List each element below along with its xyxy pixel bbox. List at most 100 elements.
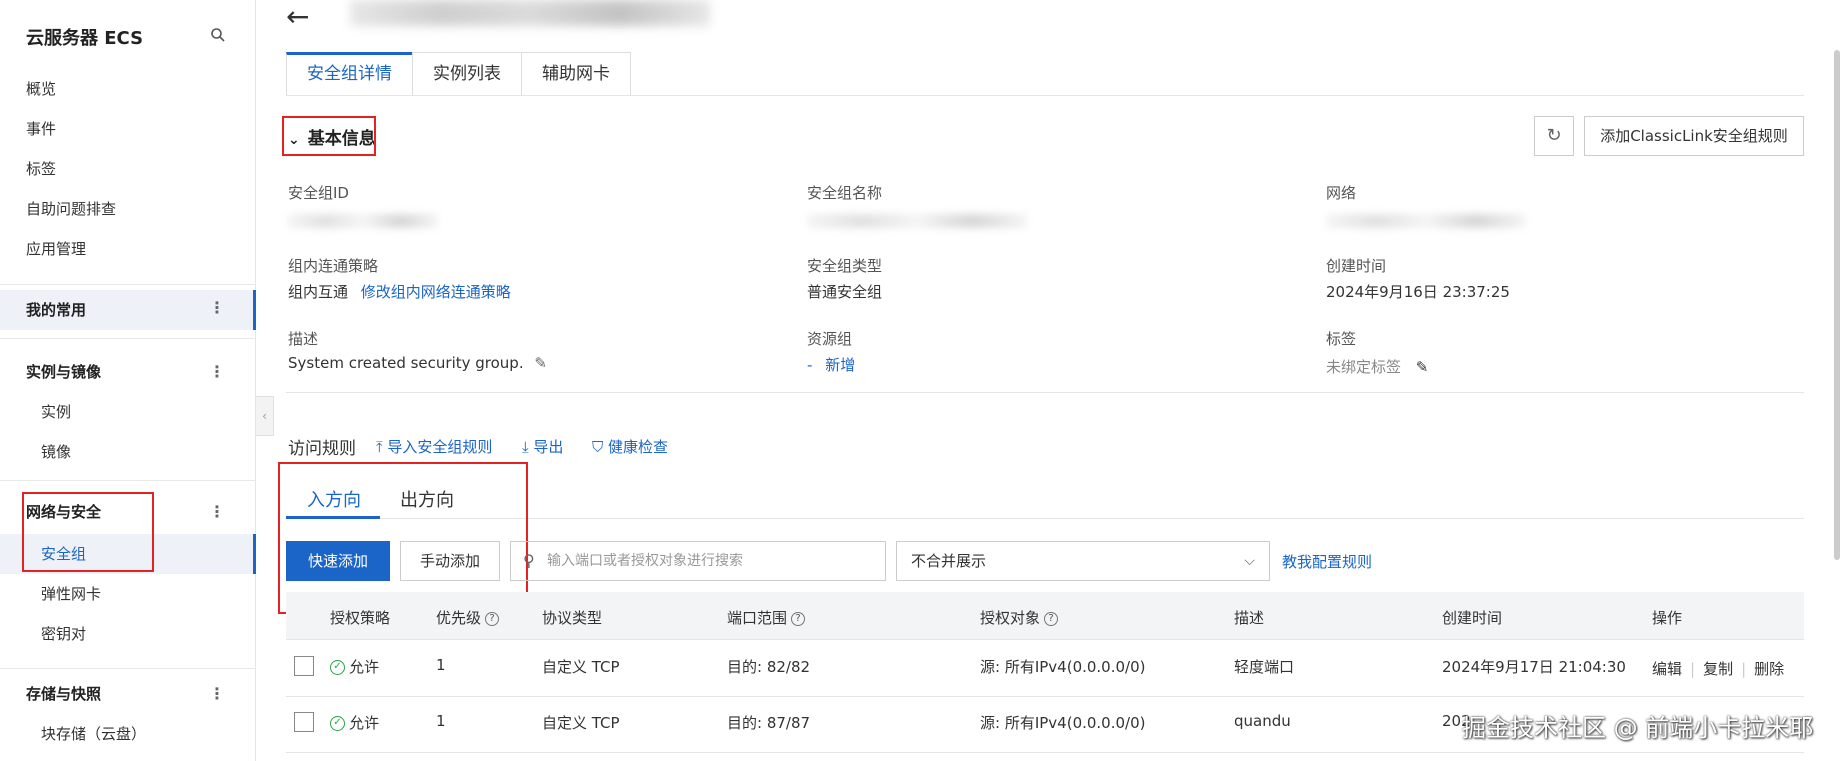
- edit-icon[interactable]: ✎: [1416, 358, 1429, 376]
- select-value: 不合并展示: [911, 552, 987, 570]
- sidebar-group-label: 存储与快照: [26, 685, 102, 703]
- row-created: 2024年9月17日 21:04:30: [1442, 658, 1626, 676]
- divider: [286, 752, 1804, 753]
- more-icon[interactable]: ⋮: [209, 298, 225, 317]
- rule-search-input[interactable]: ⚲ 输入端口或者授权对象进行搜索: [510, 541, 886, 581]
- sidebar-item-troubleshoot[interactable]: 自助问题排查: [26, 197, 116, 221]
- desc-text: System created security group.: [288, 354, 524, 372]
- rg-add-link[interactable]: 新增: [825, 356, 855, 374]
- refresh-button[interactable]: ↻: [1534, 116, 1574, 156]
- col-policy: 授权策略: [330, 609, 391, 627]
- sidebar-item-events[interactable]: 事件: [26, 117, 56, 141]
- search-icon[interactable]: [210, 27, 226, 43]
- col-actions: 操作: [1652, 609, 1683, 627]
- sidebar-item-tags[interactable]: 标签: [26, 157, 56, 181]
- tag-label: 标签: [1326, 330, 1357, 348]
- detail-tabs: 安全组详情 实例列表 辅助网卡: [286, 52, 631, 96]
- chevron-down-icon: ⌵: [1244, 553, 1255, 569]
- modify-policy-link[interactable]: 修改组内网络连通策略: [361, 283, 511, 301]
- sidebar-item-block-storage[interactable]: 块存储（云盘）: [41, 722, 146, 746]
- row-policy-text: 允许: [349, 658, 380, 676]
- row-checkbox[interactable]: [294, 712, 314, 732]
- delete-link[interactable]: 删除: [1754, 660, 1784, 678]
- sidebar-item-keypair[interactable]: 密钥对: [41, 622, 86, 646]
- col-protocol: 协议类型: [542, 609, 603, 627]
- sidebar-item-instances[interactable]: 实例: [41, 400, 71, 424]
- row-desc: 轻度端口: [1234, 658, 1295, 676]
- health-check-label: 健康检查: [608, 438, 669, 456]
- col-desc: 描述: [1234, 609, 1265, 627]
- upload-icon: ⤒: [376, 438, 388, 456]
- sidebar: 云服务器 ECS 概览 事件 标签 自助问题排查 应用管理 我的常用 ⋮ 实例与…: [0, 0, 256, 761]
- import-rules-label: 导入安全组规则: [387, 438, 493, 456]
- add-classiclink-button[interactable]: 添加ClassicLink安全组规则: [1584, 116, 1804, 156]
- sg-id-value-redacted: [288, 214, 438, 228]
- more-icon[interactable]: ⋮: [209, 684, 225, 703]
- watermark: 掘金技术社区 @ 前端小卡拉米耶: [1462, 714, 1814, 742]
- help-icon[interactable]: ?: [485, 611, 500, 626]
- copy-link[interactable]: 复制: [1703, 660, 1733, 678]
- sidebar-item-eni[interactable]: 弹性网卡: [41, 582, 101, 606]
- quick-add-button[interactable]: 快速添加: [286, 541, 390, 581]
- divider: [0, 480, 256, 481]
- more-icon[interactable]: ⋮: [209, 502, 225, 521]
- health-check-link[interactable]: ⛉ 健康检查: [592, 436, 668, 457]
- col-source: 授权对象?: [980, 607, 1059, 628]
- tab-instance-list[interactable]: 实例列表: [412, 52, 522, 96]
- page-title-redacted: [350, 0, 710, 26]
- search-placeholder: 输入端口或者授权对象进行搜索: [547, 553, 743, 569]
- check-circle-icon: ✓: [330, 660, 345, 675]
- sidebar-group-label: 实例与镜像: [26, 363, 102, 381]
- divider: [0, 668, 256, 669]
- row-protocol: 自定义 TCP: [542, 714, 620, 732]
- row-port: 目的: 82/82: [727, 658, 811, 676]
- tag-value: 未绑定标签 ✎: [1326, 356, 1428, 377]
- rg-text: -: [807, 356, 813, 374]
- help-icon[interactable]: ?: [791, 611, 806, 626]
- col-priority-label: 优先级: [436, 609, 482, 627]
- sg-type-value: 普通安全组: [807, 283, 883, 301]
- export-link[interactable]: ⤓ 导出: [522, 436, 563, 457]
- back-arrow-icon[interactable]: ←: [286, 0, 309, 33]
- divider: [286, 392, 1804, 393]
- search-icon: ⚲: [523, 551, 535, 570]
- row-priority: 1: [436, 656, 446, 674]
- help-icon[interactable]: ?: [1044, 611, 1059, 626]
- tab-sg-detail[interactable]: 安全组详情: [286, 52, 413, 96]
- more-icon[interactable]: ⋮: [209, 362, 225, 381]
- manual-add-button[interactable]: 手动添加: [400, 541, 500, 581]
- col-port-label: 端口范围: [727, 609, 788, 627]
- sidebar-item-overview[interactable]: 概览: [26, 77, 56, 101]
- merge-display-select[interactable]: 不合并展示 ⌵: [896, 541, 1270, 581]
- edit-icon[interactable]: ✎: [534, 354, 547, 372]
- export-label: 导出: [533, 438, 564, 456]
- sidebar-item-app-management[interactable]: 应用管理: [26, 237, 86, 261]
- col-created: 创建时间: [1442, 609, 1503, 627]
- network-value-redacted: [1326, 214, 1526, 228]
- row-actions: 编辑 | 复制 | 删除: [1652, 660, 1785, 678]
- teach-config-link[interactable]: 教我配置规则: [1282, 551, 1372, 572]
- row-port: 目的: 87/87: [727, 714, 811, 732]
- edit-link[interactable]: 编辑: [1652, 660, 1682, 678]
- policy-text: 组内互通: [288, 283, 349, 301]
- highlight-box: [282, 116, 376, 156]
- scrollbar[interactable]: [1834, 50, 1840, 560]
- sidebar-title: 云服务器 ECS: [26, 28, 144, 49]
- row-priority: 1: [436, 712, 446, 730]
- rules-title: 访问规则: [288, 439, 356, 459]
- col-port: 端口范围?: [727, 607, 806, 628]
- row-policy: ✓ 允许: [330, 656, 379, 677]
- desc-label: 描述: [288, 330, 319, 348]
- sidebar-collapse-handle[interactable]: ‹: [256, 396, 274, 436]
- sidebar-item-images[interactable]: 镜像: [41, 440, 71, 464]
- row-desc: quandu: [1234, 712, 1291, 730]
- import-rules-link[interactable]: ⤒ 导入安全组规则: [376, 436, 492, 457]
- policy-label: 组内连通策略: [288, 257, 379, 275]
- col-source-label: 授权对象: [980, 609, 1041, 627]
- row-policy: ✓ 允许: [330, 712, 379, 733]
- divider: [0, 284, 256, 285]
- row-checkbox[interactable]: [294, 656, 314, 676]
- sg-type-label: 安全组类型: [807, 257, 883, 275]
- tab-secondary-eni[interactable]: 辅助网卡: [521, 52, 631, 96]
- row-policy-text: 允许: [349, 714, 380, 732]
